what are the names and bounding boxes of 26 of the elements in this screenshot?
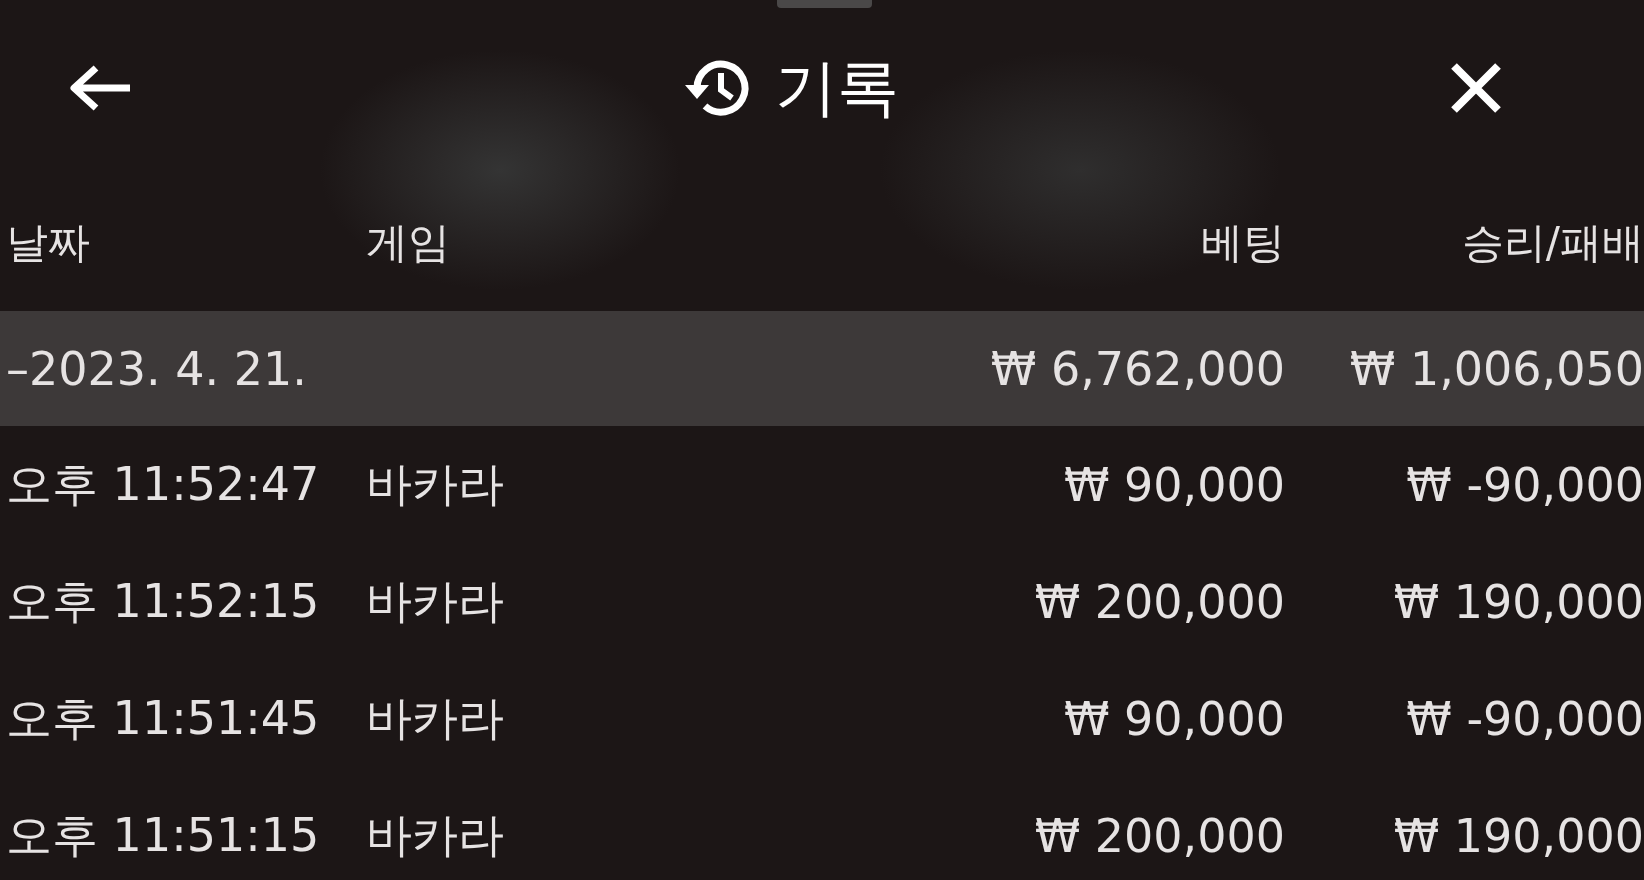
time-cell-text: 오후 11:52:47 — [6, 455, 321, 513]
drag-handle[interactable] — [777, 0, 872, 8]
bet-cell-text: ₩ 90,000 — [1062, 691, 1285, 746]
result-cell-text: ₩ 190,000 — [1392, 574, 1644, 629]
result-cell-text: ₩ 190,000 — [1392, 808, 1644, 863]
total-result: ₩ 1,006,050 — [1348, 341, 1644, 396]
game-cell-text: 바카라 — [366, 689, 505, 747]
result-cell-text: ₩ -90,000 — [1405, 457, 1644, 512]
group-date: –2023. 4. 21. — [6, 341, 308, 396]
bet-cell-text: ₩ 200,000 — [1033, 808, 1285, 863]
bet-cell-text: ₩ 200,000 — [1033, 574, 1285, 629]
time-cell-text: 오후 11:51:15 — [6, 806, 321, 864]
result-cell-text: ₩ -90,000 — [1405, 691, 1644, 746]
column-header: 날짜 — [6, 217, 91, 269]
column-header: 승리/패배 — [1460, 217, 1644, 269]
column-header: 베팅 — [1200, 217, 1285, 269]
page-title: 기록 — [775, 49, 899, 126]
date-group-row[interactable]: –2023. 4. 21. ₩ 6,762,000 ₩ 1,006,050 — [0, 311, 1644, 426]
column-header: 게임 — [366, 217, 451, 269]
total-bet: ₩ 6,762,000 — [989, 341, 1285, 396]
time-cell-text: 오후 11:51:45 — [6, 689, 321, 747]
time-cell-text: 오후 11:52:15 — [6, 572, 321, 630]
game-cell-text: 바카라 — [366, 455, 505, 513]
game-cell-text: 바카라 — [366, 806, 505, 864]
game-cell-text: 바카라 — [366, 572, 505, 630]
bet-cell-text: ₩ 90,000 — [1062, 457, 1285, 512]
